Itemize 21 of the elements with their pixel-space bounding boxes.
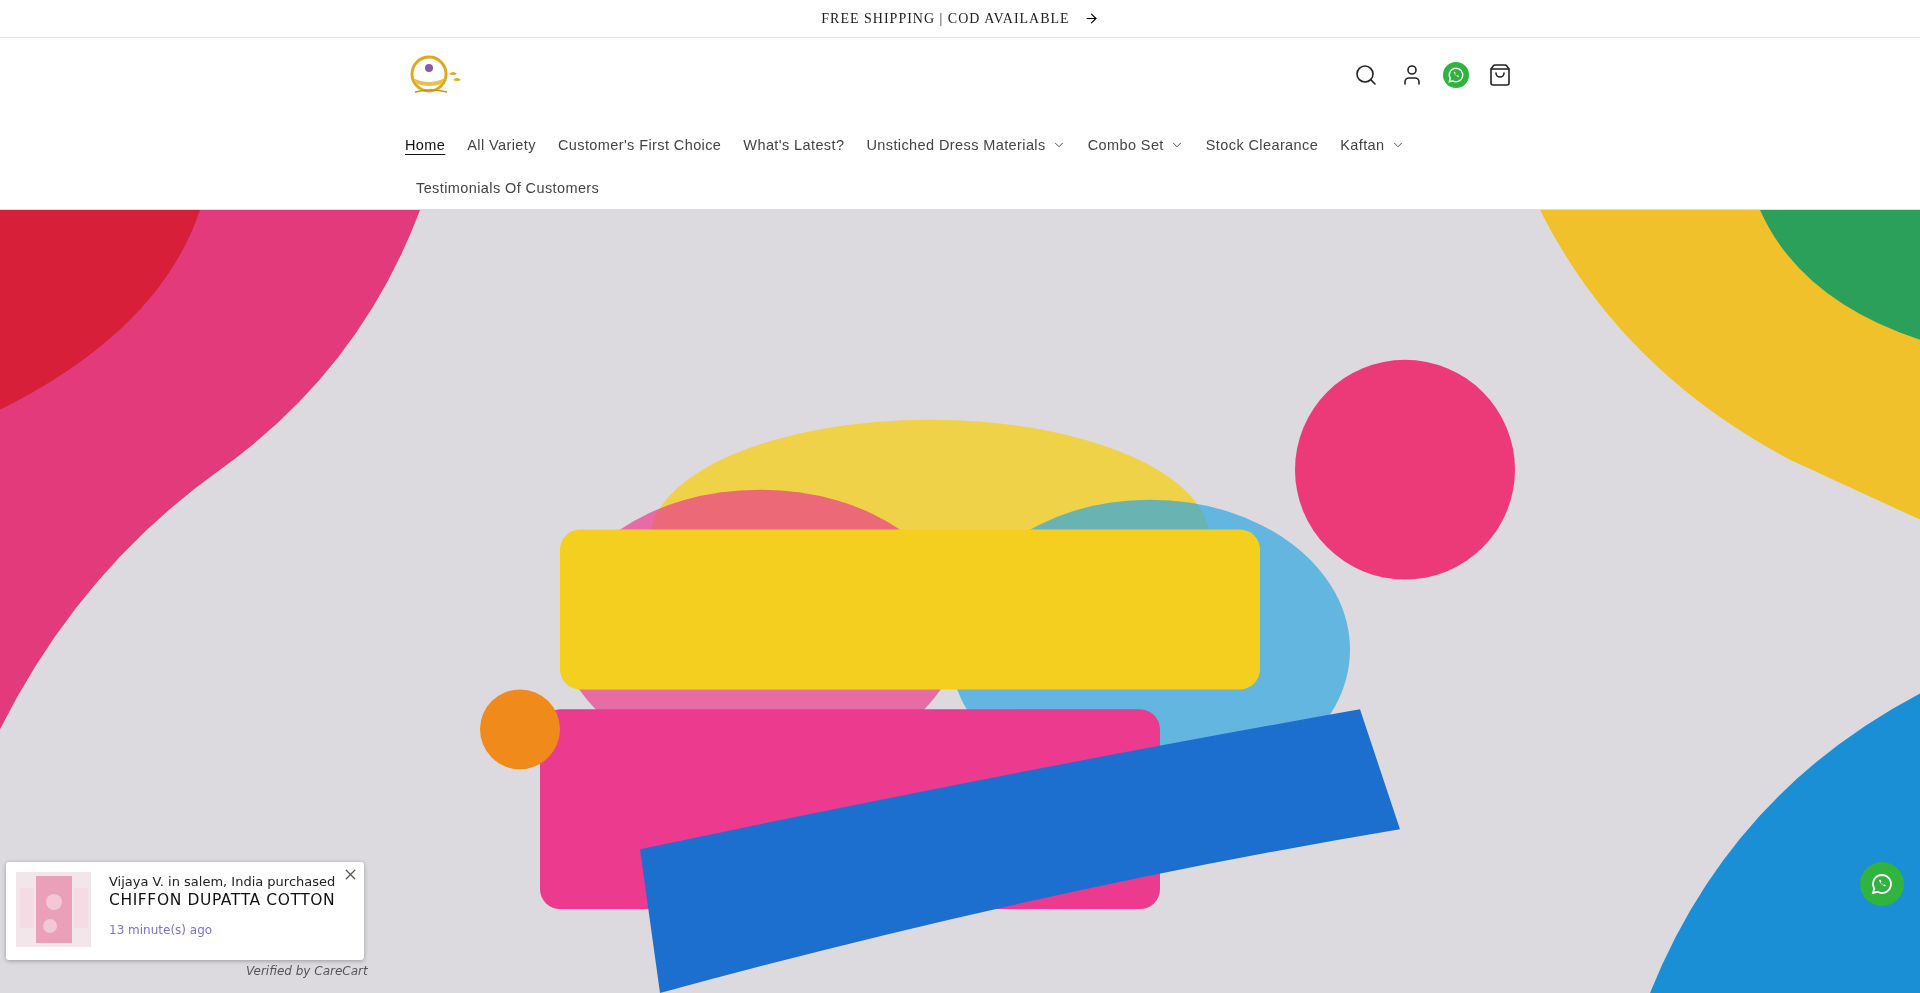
search-icon [1354, 63, 1378, 87]
nav-link[interactable]: Stock Clearance [1194, 123, 1330, 166]
announcement-bar[interactable]: FREE SHIPPING | COD AVAILABLE [0, 0, 1920, 38]
announcement-text[interactable]: FREE SHIPPING | COD AVAILABLE [821, 10, 1070, 27]
nav-link[interactable]: Combo Set [1076, 123, 1195, 166]
verified-text: Verified by CareCart [246, 964, 368, 978]
product-name[interactable]: CHIFFON DUPATTA COTTON [109, 891, 336, 909]
bag-icon [1488, 63, 1512, 87]
phone-bubble-icon [1870, 872, 1894, 896]
buyer-text: Vijaya V. in salem, India purchased [109, 874, 336, 889]
time-text: 13 minute(s) ago [109, 923, 214, 937]
chat-bubble-button[interactable] [1443, 62, 1469, 88]
nav-link[interactable]: Home [405, 123, 457, 166]
nav-link[interactable]: Unstiched Dress Materials [855, 123, 1077, 166]
nav-link[interactable]: Kaftan [1329, 123, 1416, 166]
arrow-right-icon [1083, 11, 1099, 26]
nav-link[interactable]: Customer's First Choice [546, 123, 733, 166]
phone-bubble-icon [1447, 66, 1465, 84]
nav-link[interactable]: All Variety [456, 123, 547, 166]
nav-link[interactable]: Testimonials Of Customers [405, 166, 611, 209]
nav-link[interactable]: What's Latest? [732, 123, 856, 166]
